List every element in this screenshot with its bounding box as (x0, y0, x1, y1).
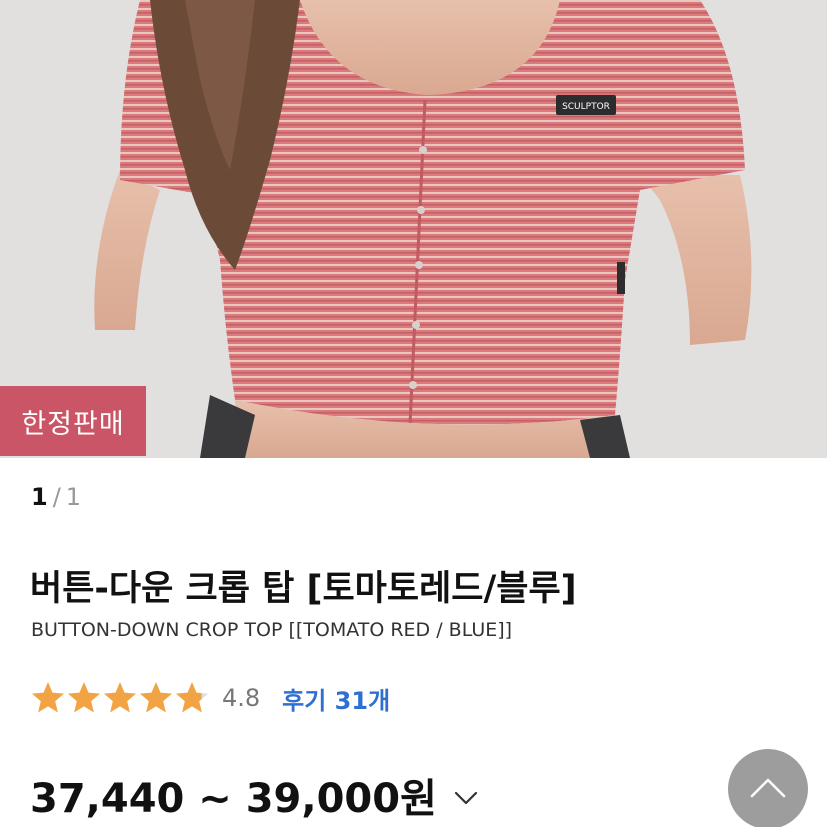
star-icon (104, 682, 136, 713)
star-icon (140, 682, 172, 713)
product-subtitle: BUTTON-DOWN CROP TOP [[TOMATO RED / BLUE… (31, 619, 513, 641)
pager-current: 1 (31, 483, 48, 511)
rating-value: 4.8 (222, 684, 261, 712)
chevron-down-icon[interactable] (451, 783, 481, 813)
rating-row: 4.8 후기 31개 (30, 680, 390, 716)
limited-sale-badge: 한정판매 (0, 386, 146, 456)
pager-separator: / (52, 483, 61, 511)
image-pager: 1/1 (31, 483, 81, 511)
star-icon (68, 682, 100, 713)
star-rating (30, 680, 210, 716)
chevron-up-icon (750, 778, 786, 798)
star-icon (176, 682, 208, 713)
patch-label: SCULPTOR (562, 102, 610, 112)
star-icon (32, 682, 64, 713)
price-range: 37,440 ~ 39,000원 (30, 776, 437, 822)
product-detail-page: SCULPTOR 한정판매 1/1 버튼-다운 크롭 탑 [토마토레드/블루] … (0, 0, 827, 827)
product-photo[interactable]: SCULPTOR 한정판매 (0, 0, 827, 458)
price-row[interactable]: 37,440 ~ 39,000원 (30, 766, 481, 824)
pager-total: 1 (65, 483, 82, 511)
scroll-top-button[interactable] (728, 749, 808, 827)
product-title: 버튼-다운 크롭 탑 [토마토레드/블루] (30, 569, 577, 609)
reviews-link[interactable]: 후기 31개 (282, 681, 390, 716)
